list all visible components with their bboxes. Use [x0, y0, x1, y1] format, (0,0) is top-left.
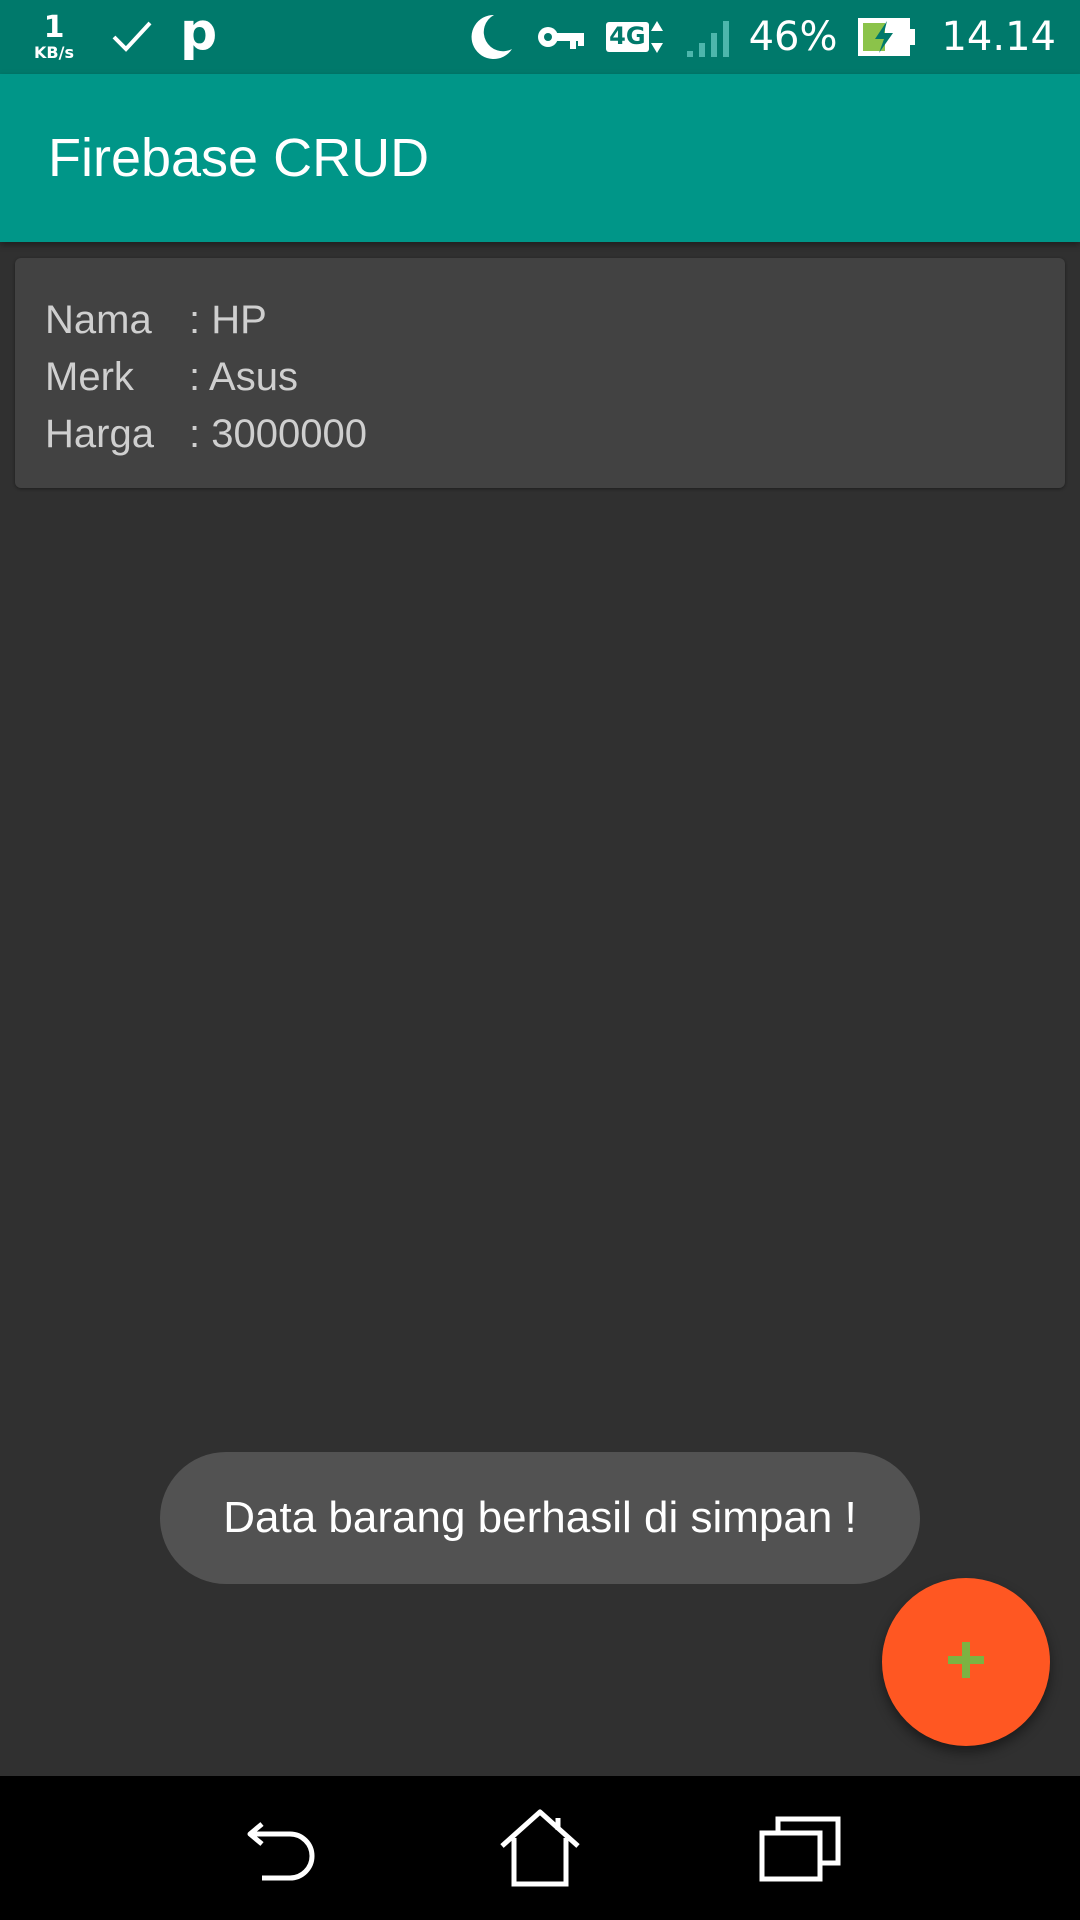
field-value: : 3000000 — [189, 412, 367, 456]
field-label: Nama — [45, 298, 152, 342]
notification-p-icon: p — [180, 2, 218, 62]
battery-percent: 46% — [748, 14, 838, 60]
app-bar: Firebase CRUD — [0, 74, 1080, 242]
status-bar: 1 KB/s p 4G 46% 14.14 — [0, 0, 1080, 74]
navigation-bar — [0, 1776, 1080, 1920]
key-icon — [536, 22, 586, 52]
recents-button[interactable] — [750, 1798, 850, 1898]
network-type-icon: 4G — [606, 17, 664, 57]
field-row-nama: Nama : HP — [45, 292, 1035, 349]
field-label: Merk — [45, 355, 134, 399]
status-bar-left: 1 KB/s p — [24, 6, 217, 61]
data-arrows-icon — [650, 21, 663, 53]
signal-icon — [685, 15, 735, 59]
plus-icon — [942, 1636, 990, 1688]
battery-charging-icon — [857, 17, 917, 57]
back-button[interactable] — [230, 1798, 330, 1898]
field-value: : Asus — [189, 355, 298, 399]
app-title: Firebase CRUD — [48, 128, 430, 188]
field-value: : HP — [189, 298, 267, 342]
field-row-merk: Merk : Asus — [45, 349, 1035, 406]
clock: 14.14 — [941, 14, 1056, 60]
toast-message: Data barang berhasil di simpan ! — [160, 1452, 920, 1584]
network-speed-value: 1 — [43, 10, 65, 45]
network-speed: 1 KB/s — [24, 13, 84, 61]
recents-icon — [759, 1816, 841, 1882]
home-button[interactable] — [490, 1798, 590, 1898]
home-icon — [500, 1809, 580, 1887]
check-icon — [110, 19, 154, 55]
status-bar-right: 4G 46% 14.14 — [444, 11, 1056, 63]
item-card[interactable]: Nama : HP Merk : Asus Harga : 3000000 — [15, 258, 1065, 488]
back-icon — [247, 1822, 315, 1881]
field-label: Harga — [45, 412, 154, 456]
network-speed-unit: KB/s — [34, 43, 74, 62]
add-item-button[interactable] — [882, 1578, 1050, 1746]
field-row-harga: Harga : 3000000 — [45, 406, 1035, 463]
moon-icon — [464, 11, 516, 63]
network-type-label: 4G — [606, 22, 649, 52]
